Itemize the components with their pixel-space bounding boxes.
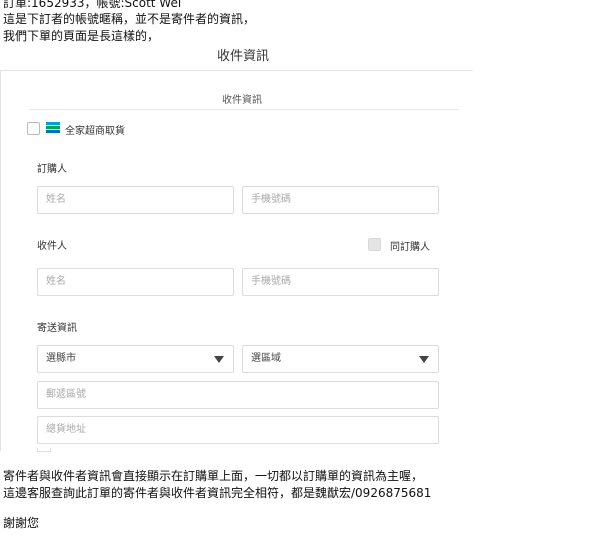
familymart-icon (46, 122, 60, 134)
recipient-section-label: 收件人 (37, 241, 67, 252)
form-divider (29, 109, 459, 110)
email-thanks: 謝謝您 (3, 516, 40, 530)
recipient-phone-input[interactable]: 手機號碼 (242, 268, 439, 296)
email-order-line: 訂單:1652933，帳號:Scott Wei (3, 0, 182, 10)
recipient-name-input[interactable]: 姓名 (37, 268, 234, 296)
screenshot-title: 收件資訊 (217, 49, 270, 64)
district-select[interactable]: 選區域 (242, 345, 439, 373)
email-account-note: 這是下訂者的帳號暱稱，並不是寄件者的資訊， (3, 12, 256, 26)
address-input[interactable]: 總貨地址 (37, 416, 439, 444)
orderer-name-input[interactable]: 姓名 (37, 186, 234, 214)
orderer-section-label: 訂購人 (37, 164, 67, 175)
zip-code-input[interactable]: 郵遞區號 (37, 381, 439, 409)
same-as-orderer-label: 同訂購人 (390, 242, 430, 253)
chevron-down-icon (419, 356, 429, 363)
city-select-value: 選縣市 (46, 353, 76, 364)
shipping-section-label: 寄送資訊 (37, 323, 77, 334)
same-as-orderer-checkbox[interactable] (368, 238, 381, 251)
email-page-intro: 我們下單的頁面是長這樣的， (3, 29, 160, 43)
form-title: 收件資訊 (222, 95, 262, 106)
store-pickup-checkbox[interactable] (27, 122, 40, 135)
chevron-down-icon (214, 356, 224, 363)
email-footer-line1: 寄件者與收件者資訊會直接顯示在訂購單上面，一切都以訂購單的資訊為主喔， (3, 469, 424, 483)
store-pickup-label: 全家超商取貨 (65, 126, 125, 137)
email-footer-line2: 這邊客服查詢此訂單的寄件者與收件者資訊完全相符，都是魏猷宏/0926875681 (3, 486, 432, 500)
city-select[interactable]: 選縣市 (37, 345, 234, 373)
district-select-value: 選區域 (251, 353, 281, 364)
cropped-checkbox (37, 448, 51, 452)
orderer-phone-input[interactable]: 手機號碼 (242, 186, 439, 214)
